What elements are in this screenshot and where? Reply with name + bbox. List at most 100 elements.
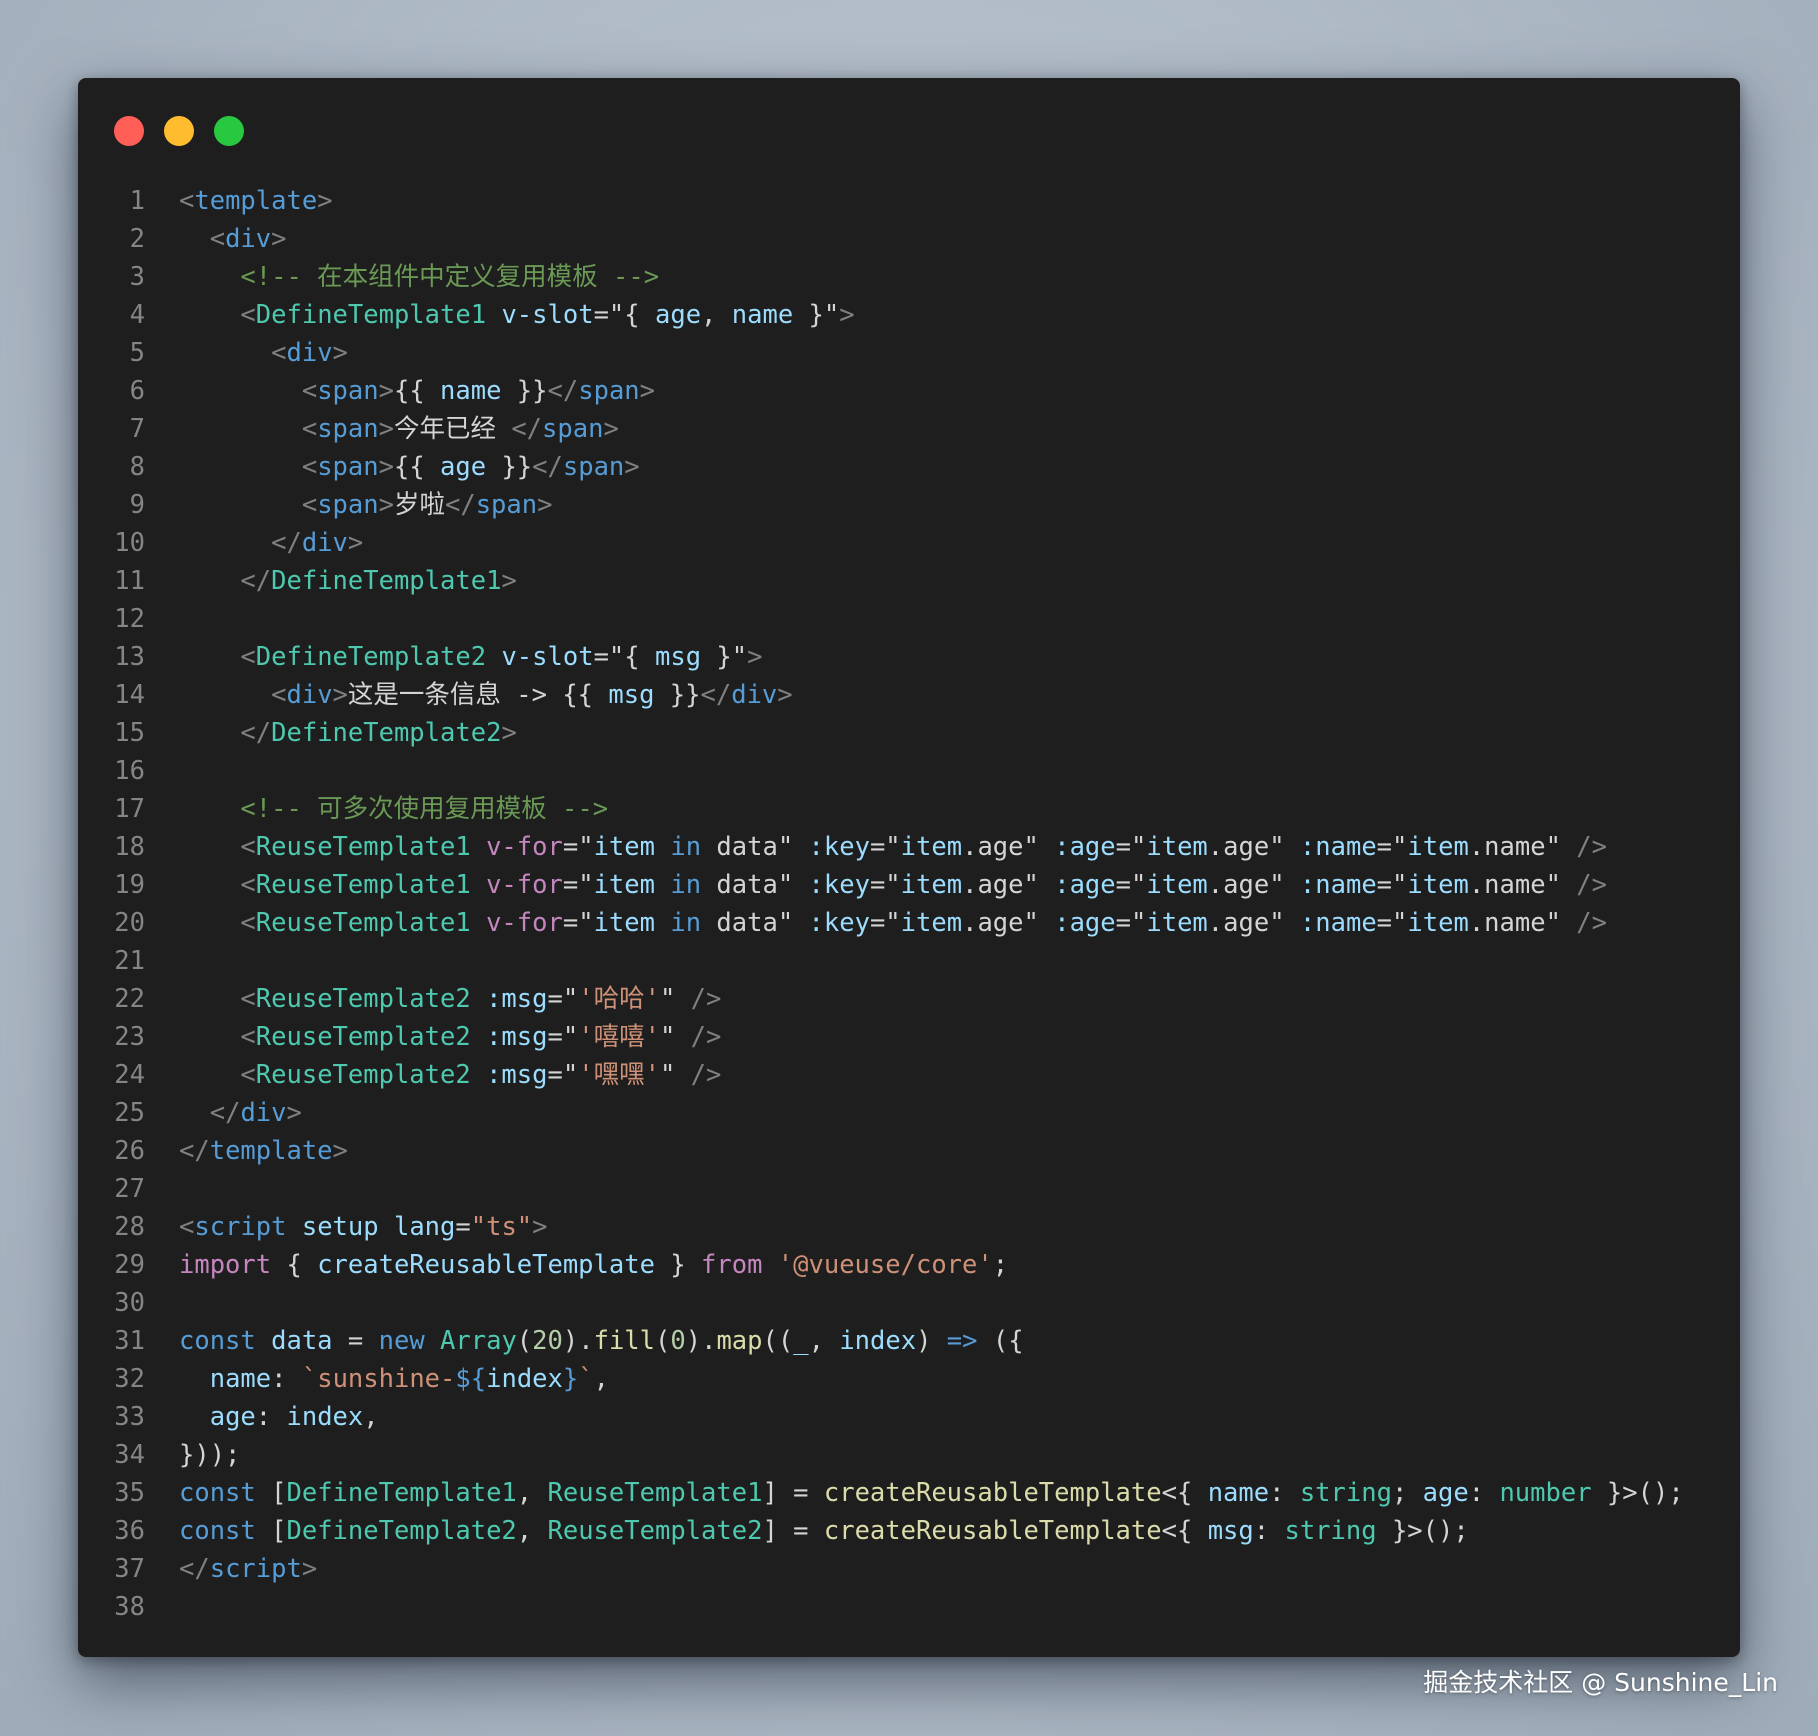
code-token: </: [240, 718, 272, 748]
code-line: 3 <!-- 在本组件中定义复用模板 -->: [78, 258, 1740, 296]
code-token: </: [209, 1098, 241, 1128]
code-line: 15 </DefineTemplate2>: [78, 714, 1740, 752]
code-token: >: [777, 680, 793, 710]
line-number: 9: [129, 490, 145, 520]
code-token: <: [240, 908, 256, 938]
line-content: const [DefineTemplate2, ReuseTemplate2] …: [179, 1512, 1469, 1550]
code-token: msg: [1207, 1516, 1254, 1546]
code-token: ReuseTemplate1: [547, 1478, 763, 1508]
code-token: [: [255, 1478, 287, 1508]
code-line: 21: [78, 942, 1740, 980]
line-content: <ReuseTemplate1 v-for="item in data" :ke…: [179, 866, 1607, 904]
code-token: <: [301, 452, 318, 482]
line-content: </div>: [179, 1094, 302, 1132]
line-content: <ReuseTemplate1 v-for="item in data" :ke…: [179, 828, 1607, 866]
code-token: in: [670, 832, 702, 862]
code-token: DefineTemplate1: [271, 566, 502, 596]
code-token: span: [578, 376, 640, 406]
code-token: :name: [1299, 832, 1377, 862]
code-line: 32 name: `sunshine-${index}`,: [78, 1360, 1740, 1398]
minimize-dot-icon[interactable]: [164, 116, 194, 146]
code-token: span: [317, 490, 379, 520]
code-token: .name": [1468, 832, 1577, 862]
line-content: </template>: [179, 1132, 348, 1170]
code-token: index: [286, 1402, 364, 1432]
code-token: in: [670, 908, 702, 938]
code-token: item: [900, 832, 963, 862]
code-token: ="{: [593, 300, 655, 330]
code-token: script: [194, 1212, 287, 1242]
code-token: item: [593, 832, 655, 862]
line-number: 20: [114, 908, 145, 938]
code-token: ,: [516, 1516, 548, 1546]
code-token: =": [1376, 908, 1408, 938]
code-token: />: [690, 984, 722, 1014]
line-content: </DefineTemplate2>: [179, 714, 516, 752]
code-window: 1 <template> 2 <div> 3 <!-- 在本组件中定义复用模板 -->…: [78, 78, 1740, 1657]
code-token: setup: [301, 1212, 379, 1242]
code-token: item: [900, 870, 963, 900]
code-token: .age": [962, 908, 1055, 938]
code-token: ] =: [762, 1516, 824, 1546]
code-token: }: [562, 1364, 579, 1394]
code-token: =": [1115, 832, 1147, 862]
line-number: 36: [114, 1516, 145, 1546]
code-token: ,: [516, 1478, 548, 1508]
code-token: span: [475, 490, 538, 520]
code-token: =": [869, 832, 901, 862]
code-token: }}: [654, 680, 701, 710]
line-number: 29: [114, 1250, 145, 1280]
code-line: 9 <span>岁啦</span>: [78, 486, 1740, 524]
code-token: ReuseTemplate1: [255, 832, 471, 862]
zoom-dot-icon[interactable]: [214, 116, 244, 146]
code-token: ReuseTemplate1: [255, 870, 471, 900]
line-number: 24: [114, 1060, 145, 1090]
code-token: ({: [977, 1326, 1024, 1356]
code-token: div: [301, 528, 348, 558]
code-token: DefineTemplate2: [271, 718, 502, 748]
code-token: data: [271, 1326, 333, 1356]
close-dot-icon[interactable]: [114, 116, 144, 146]
traffic-lights: [114, 116, 244, 146]
code-token: v-for: [486, 908, 563, 938]
code-token: div: [286, 338, 333, 368]
line-number: 26: [114, 1136, 145, 1166]
code-token: ReuseTemplate2: [255, 1022, 471, 1052]
code-token: from: [701, 1250, 763, 1280]
code-token: :age: [1054, 832, 1116, 862]
code-token: :key: [808, 870, 870, 900]
code-token: :key: [808, 908, 870, 938]
code-token: :key: [808, 832, 870, 862]
code-token: ": [659, 1060, 691, 1090]
code-token: DefineTemplate2: [255, 642, 487, 672]
line-number: 18: [114, 832, 145, 862]
code-token: msg: [608, 680, 655, 710]
code-token: :: [1253, 1516, 1285, 1546]
code-token: =": [1115, 870, 1147, 900]
code-line: 7 <span>今年已经 </span>: [78, 410, 1740, 448]
line-number: 8: [129, 452, 145, 482]
code-token: <{: [1161, 1516, 1208, 1546]
code-token: {: [271, 1250, 318, 1280]
code-token: >: [532, 1212, 548, 1242]
code-token: :name: [1299, 870, 1377, 900]
line-content: <template>: [179, 182, 333, 220]
line-content: <div>这是一条信息 -> {{ msg }}</div>: [179, 676, 793, 714]
line-content: <ReuseTemplate2 :msg="'嘿嘿'" />: [179, 1056, 721, 1094]
code-token: lang: [393, 1212, 456, 1242]
code-token: DefineTemplate1: [286, 1478, 517, 1508]
code-token: v-for: [486, 870, 563, 900]
code-token: item: [900, 908, 963, 938]
line-number: 13: [114, 642, 145, 672]
